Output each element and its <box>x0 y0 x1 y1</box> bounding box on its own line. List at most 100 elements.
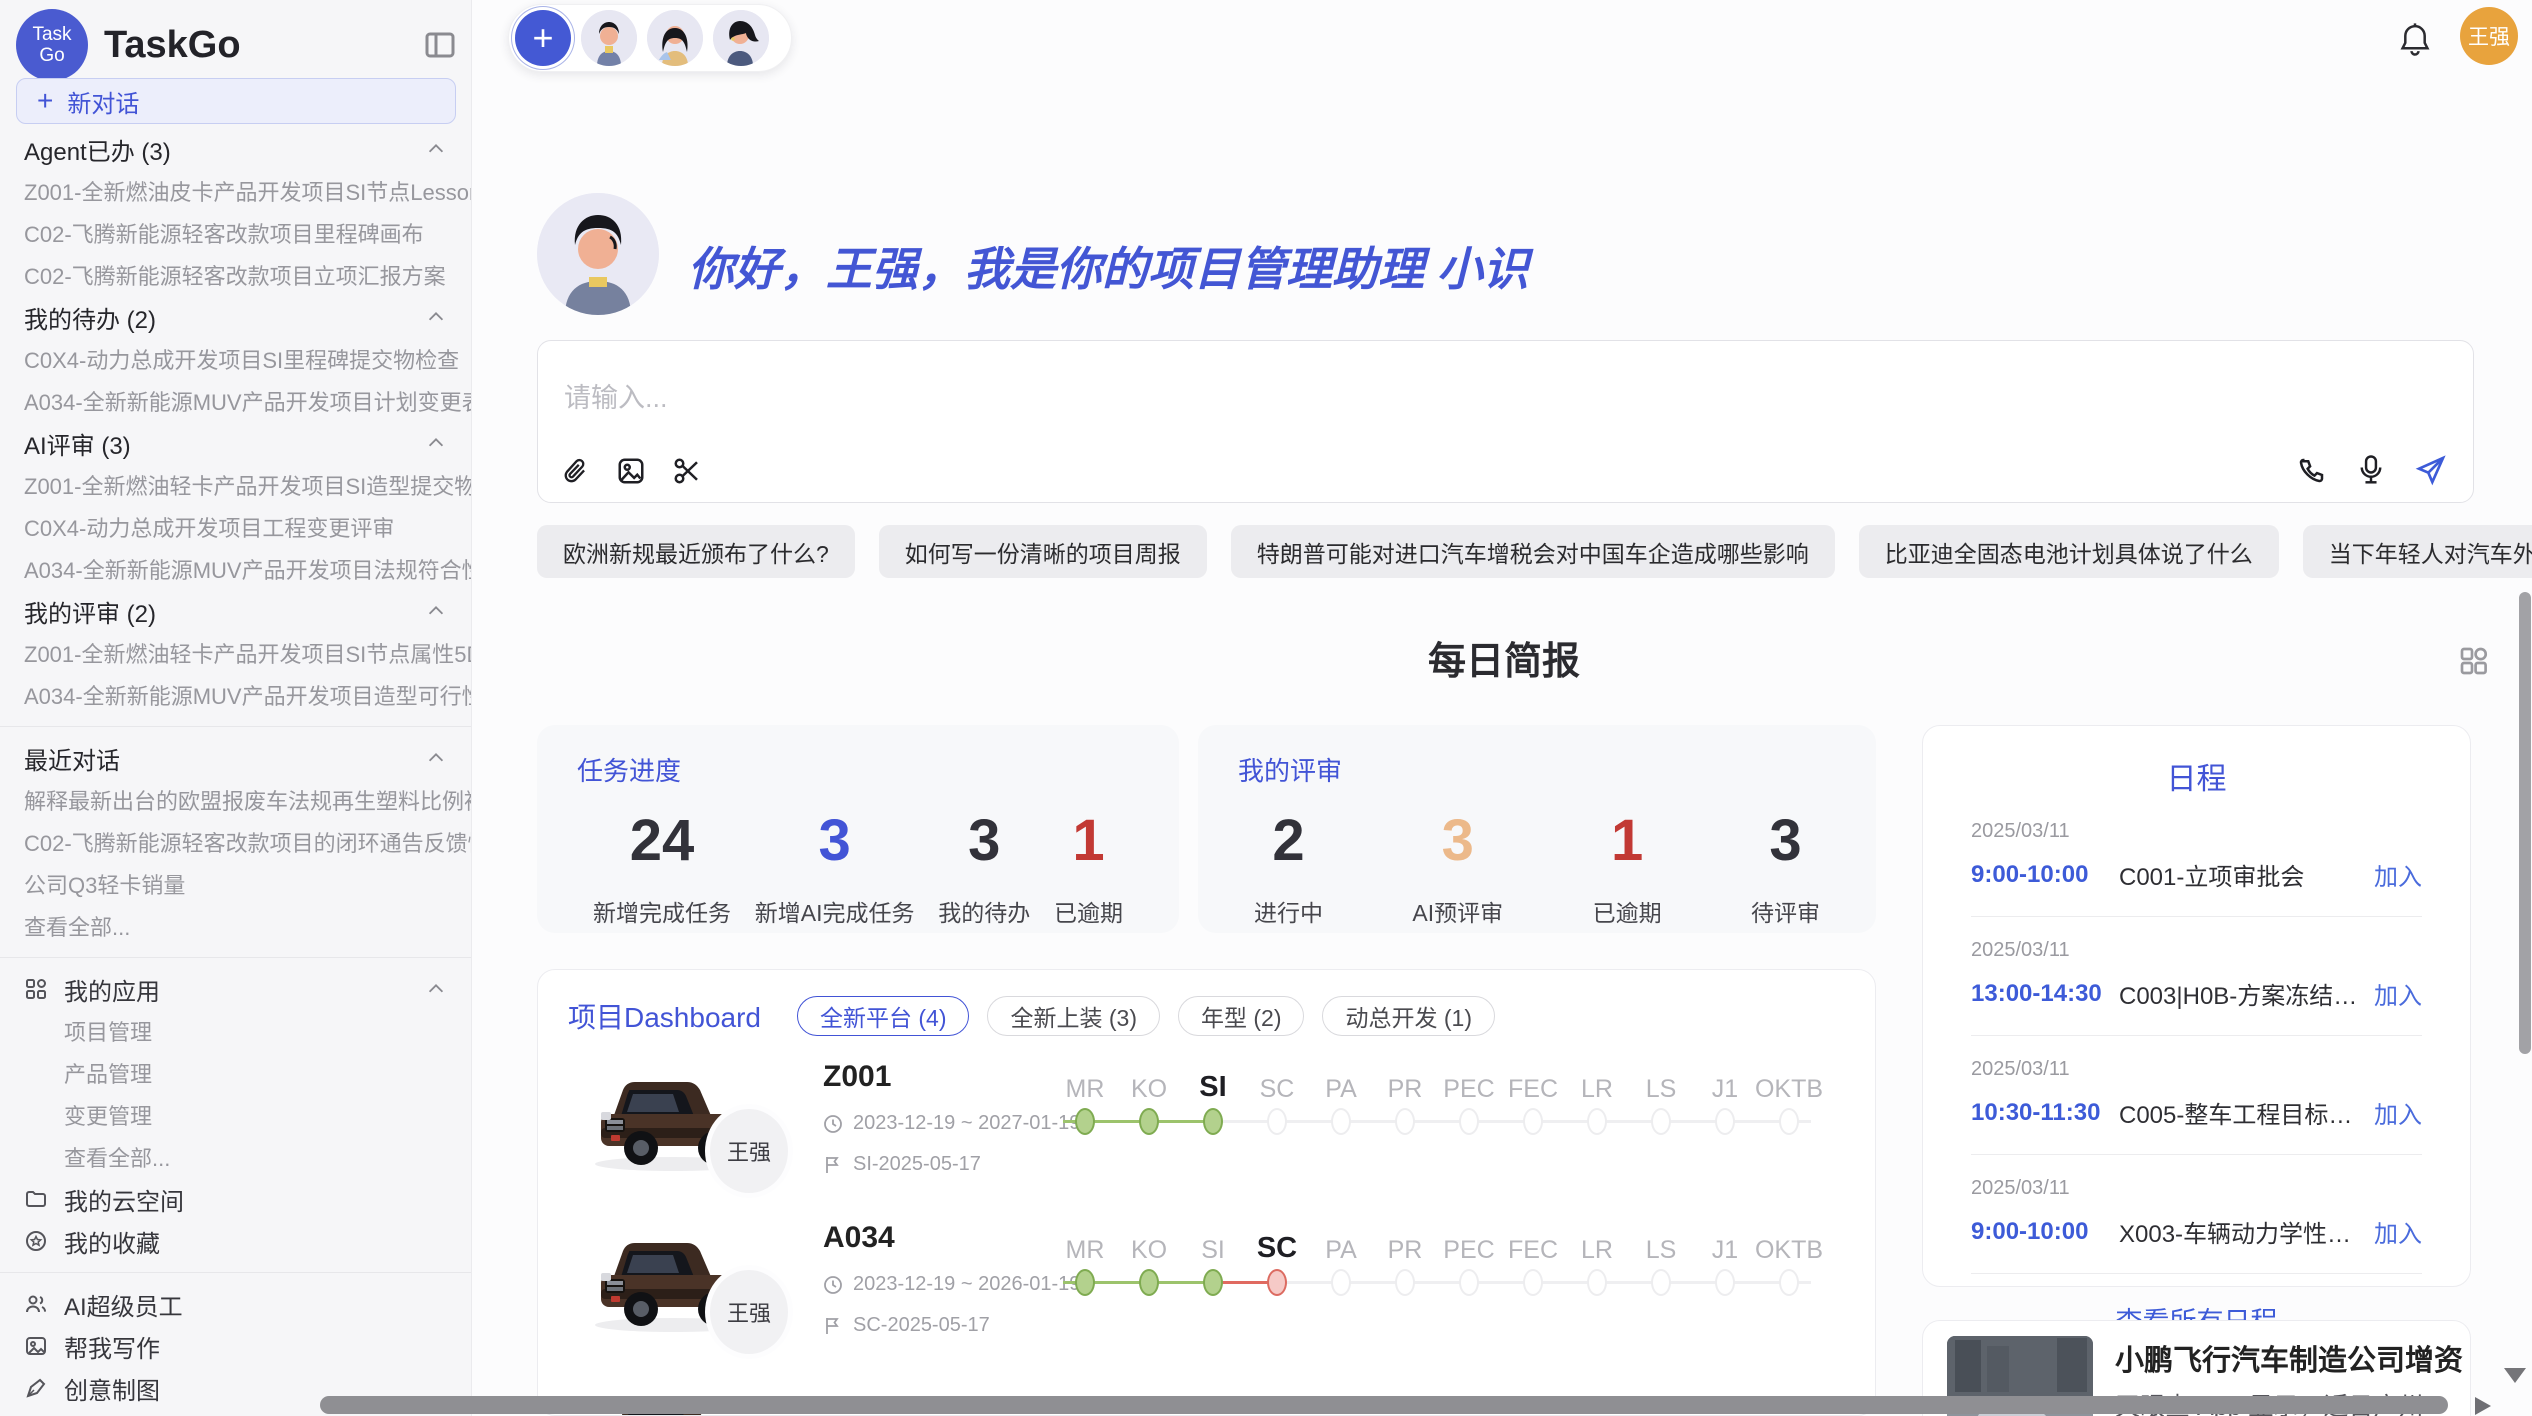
milestone-track: MRKOSISCPAPRPECFECLRLSJ1OKTB <box>1053 1225 1821 1309</box>
event-title: X003-车辆动力学性能验... <box>2119 1214 2360 1249</box>
recent-view-all[interactable]: 查看全部... <box>0 905 471 947</box>
section-header-my-review[interactable]: 我的评审 (2) <box>0 590 471 632</box>
flag-icon <box>823 1316 843 1336</box>
owner-avatar: 王强 <box>710 1270 788 1354</box>
project-row[interactable]: 王强 Z001 2023-12-19 ~ 2027-01-19 SI-2025-… <box>538 1054 1875 1209</box>
news-title: 小鹏飞行汽车制造公司增资 <box>2115 1337 2463 1379</box>
vertical-scrollbar-thumb[interactable] <box>2519 592 2531 1054</box>
apps-grid-icon <box>24 977 48 1001</box>
event-date: 2025/03/11 <box>1971 939 2422 962</box>
list-item[interactable]: C02-飞腾新能源轻客改款项目的闭环通告反馈情况 <box>0 821 471 863</box>
dashboard-title: 项目Dashboard <box>568 996 761 1036</box>
sidebar-collapse-icon[interactable] <box>425 31 455 59</box>
list-item[interactable]: Z001-全新燃油皮卡产品开发项目SI节点Lesson Learn报告 <box>0 170 471 212</box>
schedule-item: 2025/03/11 9:00-10:00 X003-车辆动力学性能验... 加… <box>1971 1155 2422 1274</box>
new-chat-button[interactable]: + 新对话 <box>16 78 456 124</box>
suggestion-chip[interactable]: 比亚迪全固态电池计划具体说了什么 <box>1859 525 2279 578</box>
tab-all-platform[interactable]: 全新平台 (4) <box>797 996 970 1036</box>
daily-brief-title: 每日简报 <box>537 630 2471 685</box>
composer <box>537 340 2474 503</box>
apps-view-all[interactable]: 查看全部... <box>0 1136 471 1178</box>
sidebar-item-change-mgmt[interactable]: 变更管理 <box>0 1094 471 1136</box>
section-header-my-todo[interactable]: 我的待办 (2) <box>0 296 471 338</box>
join-link[interactable]: 加入 <box>2374 1095 2422 1130</box>
stat-new-ai-done: 3新增AI完成任务 <box>755 810 915 928</box>
suggestion-chip[interactable]: 当下年轻人对汽车外观有怎样的喜好趋势 <box>2303 525 2532 578</box>
event-time: 13:00-14:30 <box>1971 980 2119 1008</box>
avatar[interactable] <box>581 10 637 66</box>
join-link[interactable]: 加入 <box>2374 1214 2422 1249</box>
list-item[interactable]: A034-全新新能源MUV产品开发项目计划变更表编写 <box>0 380 471 422</box>
event-time: 9:00-10:00 <box>1971 1218 2119 1246</box>
clock-icon <box>823 1114 843 1134</box>
stat-in-progress: 2进行中 <box>1254 810 1323 928</box>
section-header-ai-review[interactable]: AI评审 (3) <box>0 422 471 464</box>
sidebar: TaskGo TaskGo + 新对话 Agent已办 (3) Z001-全新燃… <box>0 0 472 1416</box>
sidebar-item-ai-employee[interactable]: AI超级员工 <box>0 1283 471 1325</box>
add-conversation-button[interactable]: + <box>515 10 571 66</box>
image-icon <box>24 1334 48 1358</box>
avatar[interactable] <box>713 10 769 66</box>
sidebar-lists: Agent已办 (3) Z001-全新燃油皮卡产品开发项目SI节点Lesson … <box>0 128 471 1409</box>
event-time: 10:30-11:30 <box>1971 1099 2119 1127</box>
suggestion-chip[interactable]: 欧洲新规最近颁布了什么? <box>537 525 855 578</box>
image-upload-icon[interactable] <box>616 456 646 486</box>
schedule-item: 2025/03/11 10:30-11:30 C005-整车工程目标评审 加入 <box>1971 1036 2422 1155</box>
clock-icon <box>823 1275 843 1295</box>
app-screen: TaskGo TaskGo + 新对话 Agent已办 (3) Z001-全新燃… <box>0 0 2532 1416</box>
event-title: C005-整车工程目标评审 <box>2119 1095 2360 1130</box>
scissors-icon[interactable] <box>672 456 702 486</box>
project-dashboard-card: 项目Dashboard 全新平台 (4) 全新上装 (3) 年型 (2) 动总开… <box>537 969 1876 1416</box>
notification-bell-icon[interactable] <box>2398 22 2432 63</box>
section-header-agent-done[interactable]: Agent已办 (3) <box>0 128 471 170</box>
sidebar-item-help-write[interactable]: 帮我写作 <box>0 1325 471 1367</box>
list-item[interactable]: 解释最新出台的欧盟报废车法规再生塑料比例被调至15%... <box>0 779 471 821</box>
task-progress-card: 任务进度 24新增完成任务 3新增AI完成任务 3我的待办 1已逾期 <box>537 725 1179 933</box>
folder-icon <box>24 1187 48 1211</box>
stat-overdue: 1已逾期 <box>1593 810 1662 928</box>
list-item[interactable]: A034-全新新能源MUV产品开发项目法规符合性评审 <box>0 548 471 590</box>
pen-icon <box>24 1376 48 1400</box>
tab-model-year[interactable]: 年型 (2) <box>1178 996 1305 1036</box>
sidebar-item-favorites[interactable]: 我的收藏 <box>0 1220 471 1262</box>
chevron-up-icon <box>425 600 447 622</box>
project-dates: 2023-12-19 ~ 2027-01-19 <box>823 1112 1080 1135</box>
microphone-icon[interactable] <box>2357 454 2385 486</box>
list-item[interactable]: C0X4-动力总成开发项目SI里程碑提交物检查 <box>0 338 471 380</box>
list-item[interactable]: 公司Q3轻卡销量 <box>0 863 471 905</box>
stat-overdue: 1已逾期 <box>1054 810 1123 928</box>
scroll-right-arrow-icon[interactable] <box>2475 1397 2491 1415</box>
list-item[interactable]: Z001-全新燃油轻卡产品开发项目SI造型提交物评审 <box>0 464 471 506</box>
scroll-down-arrow-icon[interactable] <box>2504 1368 2526 1383</box>
sidebar-item-product-mgmt[interactable]: 产品管理 <box>0 1052 471 1094</box>
suggestion-chip[interactable]: 特朗普可能对进口汽车增税会对中国车企造成哪些影响 <box>1231 525 1835 578</box>
attachment-icon[interactable] <box>562 456 590 486</box>
layout-grid-icon[interactable] <box>2458 645 2490 682</box>
list-item[interactable]: C0X4-动力总成开发项目工程变更评审 <box>0 506 471 548</box>
horizontal-scrollbar-thumb[interactable] <box>320 1396 2448 1414</box>
schedule-title: 日程 <box>1971 754 2422 798</box>
send-icon[interactable] <box>2415 454 2447 486</box>
sidebar-item-cloud-space[interactable]: 我的云空间 <box>0 1178 471 1220</box>
chat-input[interactable] <box>564 383 1764 414</box>
avatar[interactable] <box>647 10 703 66</box>
stat-ai-prereview: 3AI预评审 <box>1412 810 1503 928</box>
list-item[interactable]: A034-全新新能源MUV产品开发项目造型可行性评审 <box>0 674 471 716</box>
tab-new-body[interactable]: 全新上装 (3) <box>987 996 1160 1036</box>
section-header-my-apps[interactable]: 我的应用 <box>0 968 471 1010</box>
join-link[interactable]: 加入 <box>2374 976 2422 1011</box>
sidebar-item-project-mgmt[interactable]: 项目管理 <box>0 1010 471 1052</box>
list-item[interactable]: C02-飞腾新能源轻客改款项目里程碑画布 <box>0 212 471 254</box>
user-avatar[interactable]: 王强 <box>2460 7 2518 65</box>
project-row[interactable]: 王强 A034 2023-12-19 ~ 2026-01-19 SC-2025-… <box>538 1215 1875 1370</box>
phone-icon[interactable] <box>2297 455 2327 485</box>
stat-my-todo: 3我的待办 <box>938 810 1030 928</box>
join-link[interactable]: 加入 <box>2374 857 2422 892</box>
owner-avatar: 王强 <box>710 1109 788 1193</box>
section-header-recent[interactable]: 最近对话 <box>0 737 471 779</box>
tab-powertrain[interactable]: 动总开发 (1) <box>1322 996 1495 1036</box>
list-item[interactable]: Z001-全新燃油轻卡产品开发项目SI节点属性5D文件评审 <box>0 632 471 674</box>
flag-icon <box>823 1155 843 1175</box>
list-item[interactable]: C02-飞腾新能源轻客改款项目立项汇报方案 <box>0 254 471 296</box>
suggestion-chip[interactable]: 如何写一份清晰的项目周报 <box>879 525 1207 578</box>
